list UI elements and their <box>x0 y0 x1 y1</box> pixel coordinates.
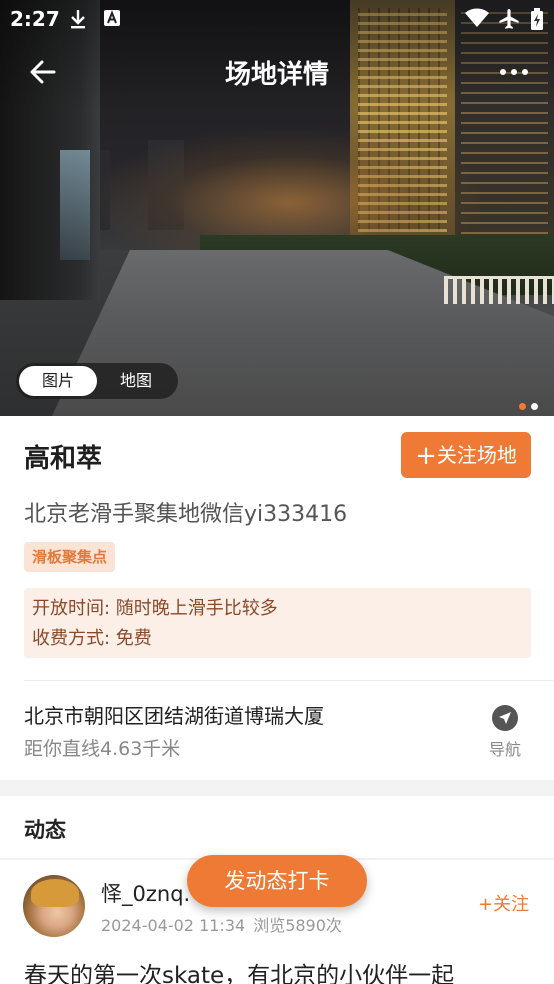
post-username[interactable]: 怿_0znq. <box>101 878 193 908</box>
checkin-post-button[interactable]: 发动态打卡 <box>187 855 367 907</box>
airplane-icon <box>498 8 520 35</box>
venue-name: 高和萃 <box>24 444 103 474</box>
venue-distance: 距你直线4.63千米 <box>24 738 181 760</box>
wifi-icon <box>464 8 490 33</box>
opening-hours: 开放时间: 随时晚上滑手比较多 <box>32 598 278 619</box>
plus-icon: + <box>415 441 437 471</box>
battery-icon <box>530 8 544 35</box>
follow-user-button[interactable]: +关注 <box>478 890 529 916</box>
status-time: 2:27 <box>10 7 60 31</box>
tab-map[interactable]: 地图 <box>97 366 175 396</box>
follow-venue-button[interactable]: +关注场地 <box>401 432 531 478</box>
venue-info-card: 高和萃 +关注场地 北京老滑手聚集地微信yi333416 滑板聚集点 开放时间:… <box>0 416 554 780</box>
gallery-mode-toggle: 图片 地图 <box>16 363 178 399</box>
page-title: 场地详情 <box>224 60 329 90</box>
post-text: 春天的第一次skate，有北京的小伙伴一起 <box>24 963 455 984</box>
post-views: 浏览5890次 <box>253 916 342 935</box>
post-meta: 2024-04-02 11:34 浏览5890次 <box>101 912 350 936</box>
follow-venue-label: 关注场地 <box>436 443 517 467</box>
divider <box>24 680 554 681</box>
venue-hours-box: 开放时间: 随时晚上滑手比较多 收费方式: 免费 <box>24 588 531 658</box>
venue-tag: 滑板聚集点 <box>24 542 116 572</box>
page-indicator <box>514 395 538 410</box>
tab-photos[interactable]: 图片 <box>19 366 97 396</box>
navigation-arrow-icon <box>491 704 519 732</box>
venue-address: 北京市朝阳区团结湖街道博瑞大厦 <box>24 704 324 728</box>
post-timestamp: 2024-04-02 11:34 <box>101 916 246 935</box>
download-icon <box>68 8 88 35</box>
avatar[interactable] <box>23 875 85 937</box>
venue-description: 北京老滑手聚集地微信yi333416 <box>24 502 348 527</box>
feed-header: 动态 <box>0 796 554 858</box>
fee-info: 收费方式: 免费 <box>32 628 152 649</box>
status-bar: 2:27 <box>0 0 554 38</box>
navigate-button[interactable]: 导航 <box>480 702 530 762</box>
font-a-icon <box>102 8 122 33</box>
app-bar: 场地详情 <box>0 40 554 102</box>
more-button[interactable] <box>492 50 536 94</box>
navigate-label: 导航 <box>488 740 521 759</box>
more-icon <box>492 69 536 98</box>
photo-fence <box>444 276 554 304</box>
photo-glow <box>100 130 480 250</box>
feed-title: 动态 <box>24 818 66 842</box>
page-dot-active <box>519 403 526 410</box>
page-dot <box>531 403 538 410</box>
